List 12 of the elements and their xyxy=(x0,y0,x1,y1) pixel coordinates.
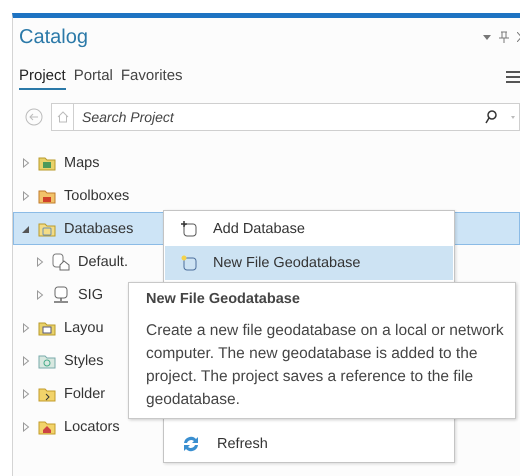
tree-item-label: Locators xyxy=(64,418,120,434)
tree-item-label: SIG xyxy=(78,286,103,302)
tree-item-label: Folder xyxy=(64,386,106,402)
tree-item-label: Default. xyxy=(78,254,128,270)
tree-item-label: Layou xyxy=(64,320,104,336)
tooltip-text: Create a new file geodatabase on a local or network computer. The new geodatabase is added to the project. The project saves a reference to the file geodatabase. xyxy=(146,321,505,410)
tree-item-label: Databases xyxy=(64,220,134,236)
tree-item-label: Toolboxes xyxy=(64,188,130,204)
pane-title: Catalog xyxy=(19,26,88,48)
tooltip-title: New File Geodatabase xyxy=(146,291,301,307)
tree-item-label: Maps xyxy=(64,154,100,170)
tree-item-label: Styles xyxy=(64,352,104,368)
